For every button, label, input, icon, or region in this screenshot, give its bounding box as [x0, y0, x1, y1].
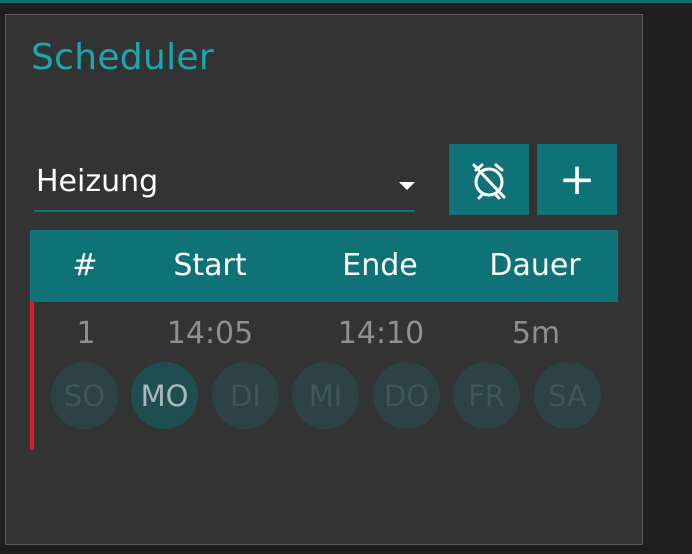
- panel-title: Scheduler: [31, 37, 214, 78]
- add-schedule-button[interactable]: +: [537, 144, 617, 215]
- header-end: Ende: [342, 248, 418, 283]
- plus-icon: +: [558, 153, 596, 205]
- select-value: Heizung: [36, 164, 159, 199]
- chevron-down-icon: [399, 182, 415, 190]
- day-do[interactable]: DO: [373, 362, 440, 429]
- scheduler-panel: Scheduler Heizung + # Start Ende Dauer 1…: [5, 14, 643, 545]
- day-so[interactable]: SO: [51, 362, 118, 429]
- cell-duration: 5m: [511, 316, 561, 351]
- device-select[interactable]: Heizung: [34, 160, 415, 212]
- row-marker: [30, 302, 34, 450]
- header-index: #: [72, 248, 98, 283]
- cell-end: 14:10: [337, 316, 425, 351]
- day-mo[interactable]: MO: [131, 362, 198, 429]
- alarm-off-icon: [472, 163, 506, 199]
- cell-index: 1: [76, 316, 96, 351]
- day-di[interactable]: DI: [212, 362, 279, 429]
- cell-start: 14:05: [166, 316, 254, 351]
- alarm-off-button[interactable]: [449, 144, 529, 215]
- day-sa[interactable]: SA: [534, 362, 601, 429]
- header-start: Start: [173, 248, 247, 283]
- day-fr[interactable]: FR: [453, 362, 520, 429]
- top-accent-line: [0, 0, 692, 3]
- header-duration: Dauer: [489, 248, 581, 283]
- day-mi[interactable]: MI: [292, 362, 359, 429]
- table-header: # Start Ende Dauer: [30, 230, 618, 302]
